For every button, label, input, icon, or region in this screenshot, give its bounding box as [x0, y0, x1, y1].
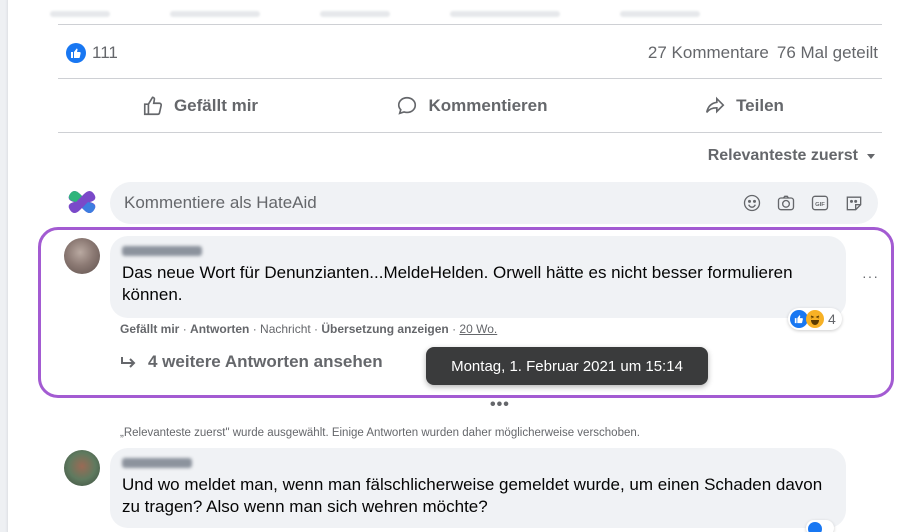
more-replies-label: 4 weitere Antworten ansehen [148, 352, 383, 371]
comment-bubble: Das neue Wort für Denunzianten...MeldeHe… [110, 236, 846, 318]
camera-icon[interactable] [776, 193, 796, 213]
comment-reply-link[interactable]: Antworten [190, 322, 249, 336]
commenter-name-blurred[interactable] [122, 246, 202, 256]
like-reaction-icon [808, 522, 822, 532]
view-more-replies[interactable]: 4 weitere Antworten ansehen [120, 352, 383, 372]
divider [58, 78, 882, 79]
divider [58, 132, 882, 133]
speech-bubble-icon [398, 96, 417, 115]
comment-text: Das neue Wort für Denunzianten...MeldeHe… [122, 263, 793, 304]
comment-button[interactable]: Kommentieren [336, 88, 608, 124]
comment-message-link[interactable]: Nachricht [260, 322, 311, 336]
reaction-count: 4 [828, 311, 836, 327]
comment-text: Und wo meldet man, wenn man fälschlicher… [122, 475, 823, 516]
divider [58, 24, 882, 25]
like-button[interactable]: Gefällt mir [64, 88, 336, 124]
blurred-top-content [50, 4, 870, 18]
caret-down-icon [867, 154, 875, 159]
svg-text:GIF: GIF [815, 202, 825, 208]
shares-count[interactable]: 76 Mal geteilt [777, 43, 878, 63]
comment-timestamp-link[interactable]: 20 Wo. [459, 322, 497, 336]
more-options-icon[interactable]: ··· [862, 268, 879, 284]
page-avatar [64, 184, 100, 220]
sticker-icon[interactable] [844, 193, 864, 213]
comment-reactions[interactable]: 4 [788, 308, 842, 330]
share-button[interactable]: Teilen [608, 88, 880, 124]
comment-actions: Gefällt mir · Antworten · Nachricht · Üb… [120, 322, 498, 336]
share-arrow-icon [706, 96, 725, 114]
smiley-icon[interactable] [742, 193, 762, 213]
sort-notice: „Relevanteste zuerst" wurde ausgewählt. … [120, 427, 640, 439]
gif-icon[interactable]: GIF [810, 193, 830, 213]
comment-label: Kommentieren [428, 96, 548, 115]
timestamp-tooltip: Montag, 1. Februar 2021 um 15:14 [426, 347, 708, 385]
post-stats: 111 27 Kommentare 76 Mal geteilt [66, 41, 878, 65]
sort-label: Relevanteste zuerst [707, 147, 858, 164]
comment-bubble: Und wo meldet man, wenn man fälschlicher… [110, 448, 846, 528]
post-actions: Gefällt mir Kommentieren Teilen [64, 88, 880, 124]
comment-composer[interactable]: Kommentiere als HateAid GIF [110, 182, 878, 224]
comment-reactions[interactable] [806, 520, 834, 532]
reply-arrow-icon [121, 357, 136, 368]
commenter-name-blurred[interactable] [122, 458, 192, 468]
comment-sort-dropdown[interactable]: Relevanteste zuerst [708, 147, 876, 165]
composer-placeholder: Kommentiere als HateAid [124, 193, 317, 212]
translate-link[interactable]: Übersetzung anzeigen [321, 322, 448, 336]
haha-reaction-icon [806, 310, 824, 328]
more-dots-icon[interactable]: ••• [490, 396, 510, 414]
comments-count[interactable]: 27 Kommentare [648, 43, 769, 63]
comment-like-link[interactable]: Gefällt mir [120, 322, 179, 336]
commenter-avatar[interactable] [64, 238, 100, 274]
like-label: Gefällt mir [173, 96, 259, 115]
like-reaction-icon [66, 43, 86, 63]
commenter-avatar[interactable] [64, 450, 100, 486]
share-label: Teilen [736, 96, 784, 115]
thumbs-up-icon [143, 96, 162, 116]
like-count[interactable]: 111 [92, 43, 118, 63]
